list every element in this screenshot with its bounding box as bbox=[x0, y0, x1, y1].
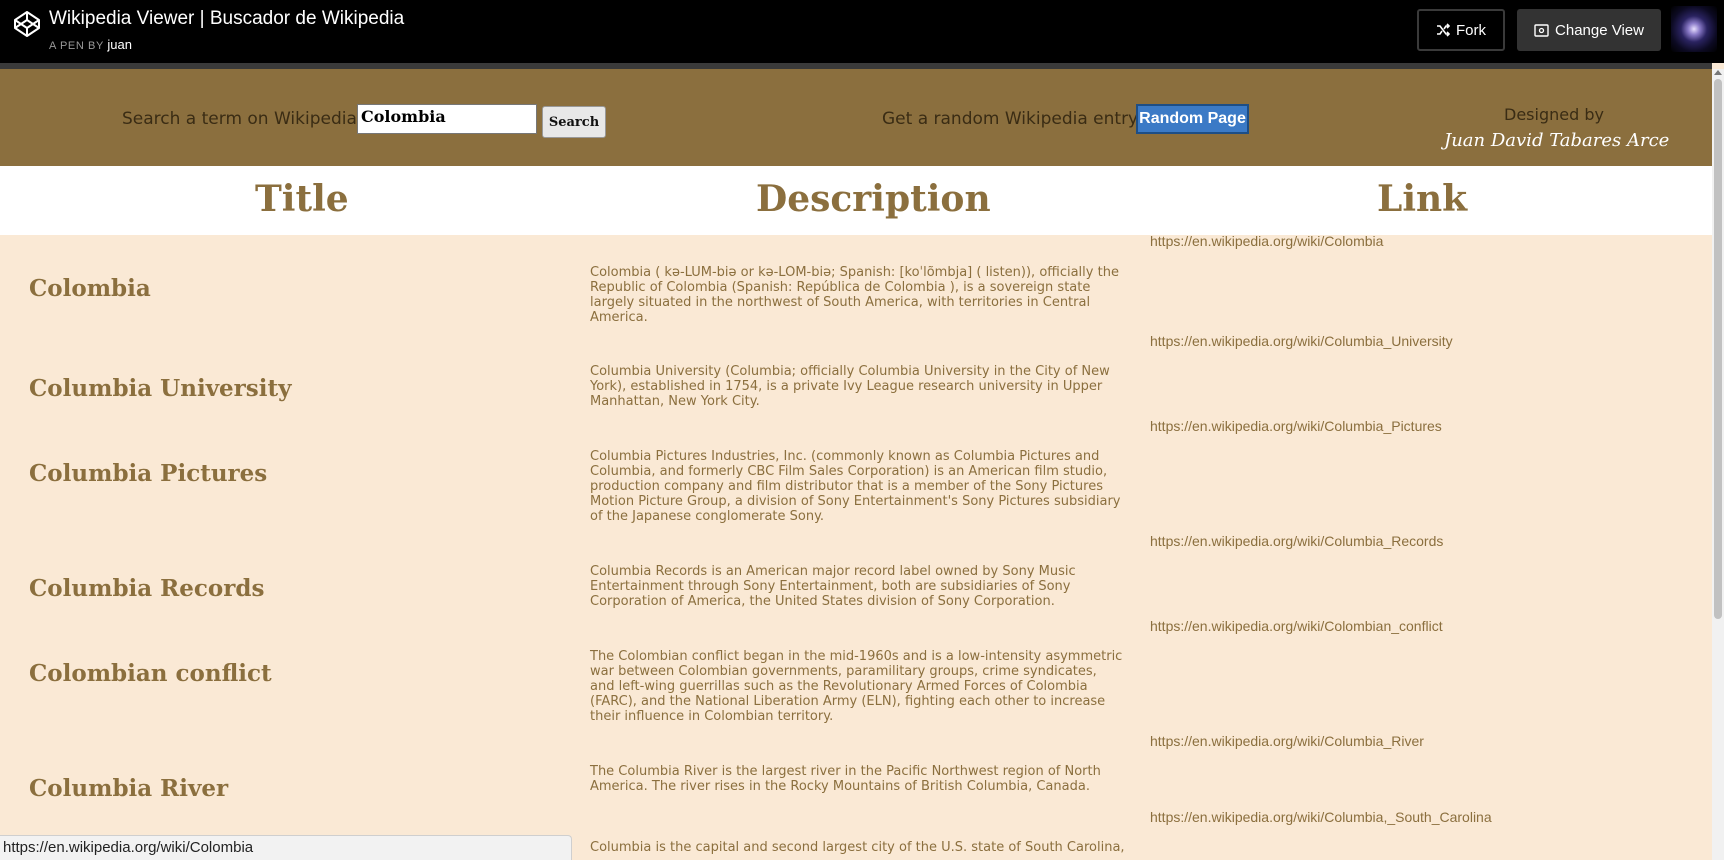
result-description: Colombia ( kə-LUM-biə or kə-LOM-biə; Spa… bbox=[590, 265, 1119, 325]
scroll-up-arrow-icon[interactable] bbox=[1714, 70, 1722, 75]
status-bar-url: https://en.wikipedia.org/wiki/Colombia bbox=[0, 835, 572, 860]
result-link[interactable]: https://en.wikipedia.org/wiki/Colombian_… bbox=[1150, 618, 1443, 634]
scrollbar-thumb[interactable] bbox=[1714, 79, 1722, 619]
random-label: Get a random Wikipedia entry: bbox=[882, 109, 1143, 129]
result-link[interactable]: https://en.wikipedia.org/wiki/Columbia_R… bbox=[1150, 733, 1424, 749]
pen-author-link[interactable]: juan bbox=[107, 37, 132, 52]
result-link[interactable]: https://en.wikipedia.org/wiki/Columbia_U… bbox=[1150, 333, 1453, 349]
column-header-link: Link bbox=[1377, 178, 1468, 220]
result-description: Columbia Pictures Industries, Inc. (comm… bbox=[590, 449, 1121, 524]
search-band: Search a term on Wikipedia: Colombia Sea… bbox=[0, 69, 1712, 166]
change-view-button[interactable]: Change View bbox=[1517, 9, 1661, 51]
codepen-logo-icon[interactable] bbox=[12, 9, 42, 39]
search-button[interactable]: Search bbox=[542, 106, 606, 138]
result-description: The Columbia River is the largest river … bbox=[590, 764, 1101, 794]
result-description: Columbia University (Columbia; officiall… bbox=[590, 364, 1110, 409]
search-input[interactable]: Colombia bbox=[357, 104, 537, 134]
result-title[interactable]: Columbia Records bbox=[29, 575, 264, 602]
result-description: The Colombian conflict began in the mid-… bbox=[590, 649, 1123, 724]
result-link[interactable]: https://en.wikipedia.org/wiki/Columbia,_… bbox=[1150, 809, 1492, 825]
result-title[interactable]: Colombia bbox=[29, 275, 151, 302]
change-view-icon bbox=[1534, 23, 1549, 37]
designer-name: Juan David Tabares Arce bbox=[1444, 130, 1670, 151]
result-title[interactable]: Columbia Pictures bbox=[29, 460, 267, 487]
user-avatar[interactable] bbox=[1671, 6, 1717, 52]
change-view-label: Change View bbox=[1555, 21, 1644, 39]
result-link[interactable]: https://en.wikipedia.org/wiki/Colombia bbox=[1150, 233, 1383, 249]
page-scrollbar[interactable] bbox=[1712, 69, 1724, 860]
wikipedia-viewer-app: Search a term on Wikipedia: Colombia Sea… bbox=[0, 69, 1712, 860]
fork-icon bbox=[1437, 23, 1450, 37]
result-description: Columbia is the capital and second large… bbox=[590, 840, 1125, 855]
results-table-header: Title Description Link bbox=[0, 166, 1712, 235]
result-link[interactable]: https://en.wikipedia.org/wiki/Columbia_R… bbox=[1150, 533, 1443, 549]
pen-by-label: A PEN BY bbox=[49, 40, 104, 52]
result-title[interactable]: Columbia University bbox=[29, 375, 291, 402]
result-link[interactable]: https://en.wikipedia.org/wiki/Columbia_P… bbox=[1150, 418, 1442, 434]
designed-by-label: Designed by bbox=[1504, 105, 1604, 124]
pen-title: Wikipedia Viewer | Buscador de Wikipedia bbox=[49, 8, 405, 29]
pen-byline: A PEN BY juan bbox=[49, 37, 132, 52]
fork-label: Fork bbox=[1456, 21, 1486, 39]
codepen-header: Wikipedia Viewer | Buscador de Wikipedia… bbox=[0, 0, 1724, 63]
fork-button[interactable]: Fork bbox=[1417, 9, 1505, 51]
column-header-title: Title bbox=[255, 178, 349, 220]
column-header-description: Description bbox=[756, 178, 991, 220]
result-description: Columbia Records is an American major re… bbox=[590, 564, 1076, 609]
result-title[interactable]: Colombian conflict bbox=[29, 660, 272, 687]
result-title[interactable]: Columbia River bbox=[29, 775, 228, 802]
search-label: Search a term on Wikipedia: bbox=[122, 109, 363, 129]
random-page-button[interactable]: Random Page bbox=[1136, 104, 1249, 134]
